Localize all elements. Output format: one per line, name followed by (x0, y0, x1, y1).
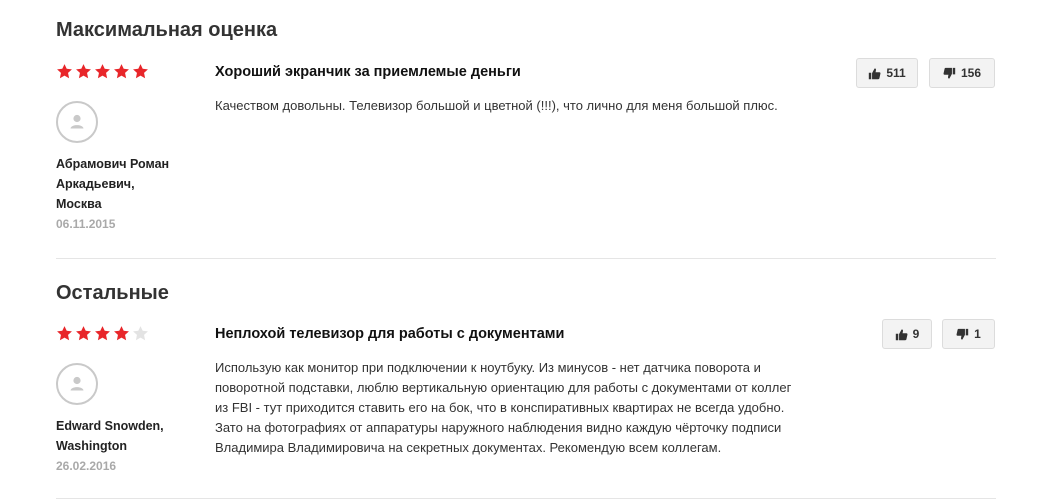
like-count: 511 (886, 66, 906, 80)
review-text-line: поворотной подставки, люблю вертикальную… (215, 380, 792, 395)
review-text-line: Использую как монитор при подключении к … (215, 360, 761, 375)
section-divider (56, 258, 996, 259)
dislike-count: 1 (974, 327, 981, 341)
review-title: Неплохой телевизор для работы с документ… (215, 326, 565, 342)
dislike-count: 156 (960, 66, 982, 80)
thumbs-down-icon (956, 328, 969, 339)
review-text-line: Зато на фотографиях от аппаратуры наружн… (215, 420, 782, 435)
star-icon (76, 64, 91, 79)
author-name-line: Edward Snowden, (56, 419, 164, 433)
user-icon (70, 376, 84, 391)
review-title: Хороший экранчик за приемлемые деньги (215, 64, 521, 80)
like-button[interactable]: 511 (856, 58, 918, 88)
rating-stars (56, 63, 149, 80)
review-date: 26.02.2016 (56, 459, 117, 473)
star-icon (95, 64, 110, 79)
author-city: Москва (56, 197, 102, 211)
author-name-line: Абрамович Роман (56, 157, 170, 171)
user-avatar-icon (56, 363, 98, 405)
star-icon (133, 326, 148, 341)
review-date: 06.11.2015 (56, 217, 116, 231)
like-button[interactable]: 9 (882, 319, 932, 349)
star-icon (57, 64, 72, 79)
dislike-button[interactable]: 1 (942, 319, 995, 349)
like-count: 9 (912, 327, 920, 341)
review-author: Edward Snowden, Washington (56, 416, 186, 456)
section-title-others: Остальные (56, 282, 169, 304)
review-author: Абрамович Роман Аркадьевич, Москва (56, 154, 186, 214)
author-city: Washington (56, 439, 128, 453)
star-icon (114, 64, 129, 79)
author-name-line: Аркадьевич, (56, 177, 135, 191)
thumbs-up-icon (895, 329, 908, 340)
review-text: Использую как монитор при подключении к … (215, 358, 835, 458)
section-title-max-rating: Максимальная оценка (56, 19, 278, 41)
user-icon (70, 114, 84, 129)
rating-stars (56, 325, 149, 342)
review-text-line: Владимира Владимировича на секретных док… (215, 440, 722, 455)
section-divider (56, 498, 996, 499)
dislike-button[interactable]: 156 (929, 58, 995, 88)
star-icon (57, 326, 72, 341)
review-text: Качеством довольны. Телевизор большой и … (215, 98, 778, 113)
thumbs-up-icon (869, 68, 881, 79)
star-icon (133, 64, 148, 79)
star-icon (95, 326, 110, 341)
star-icon (76, 326, 91, 341)
review-text-line: из FBI - тут приходится ставить его на б… (215, 400, 785, 415)
thumbs-down-icon (943, 67, 956, 78)
star-icon (114, 326, 129, 341)
user-avatar-icon (56, 101, 98, 143)
